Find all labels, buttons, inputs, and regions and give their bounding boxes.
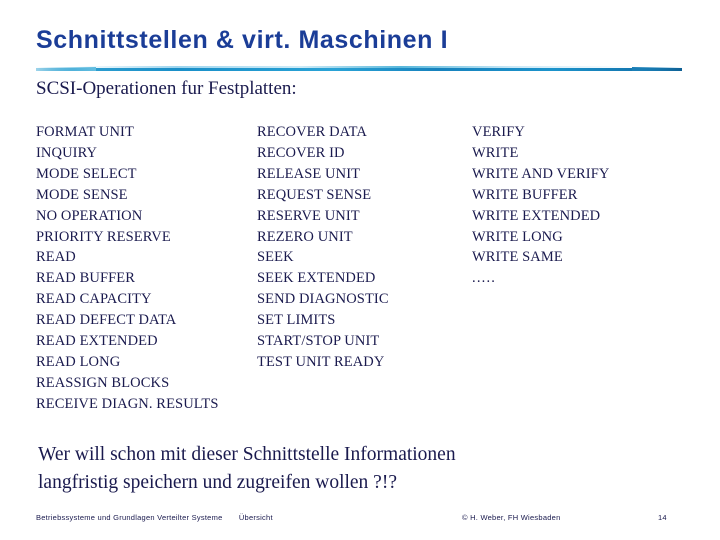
list-item: REQUEST SENSE bbox=[257, 186, 372, 203]
divider-right-tip bbox=[632, 67, 682, 71]
list-item: WRITE EXTENDED bbox=[472, 207, 601, 224]
list-item: START/STOP UNIT bbox=[257, 333, 380, 350]
footer-section-label: Übersicht bbox=[238, 513, 273, 522]
list-item: REZERO UNIT bbox=[257, 228, 353, 245]
list-item: RECEIVE DIAGN. RESULTS bbox=[36, 395, 219, 412]
title-divider-rule bbox=[36, 65, 682, 72]
list-item-ellipsis: ..... bbox=[472, 270, 497, 287]
list-item: RELEASE UNIT bbox=[257, 165, 361, 182]
divider-highlight bbox=[76, 66, 636, 68]
list-item: VERIFY bbox=[472, 124, 525, 140]
list-item: RESERVE UNIT bbox=[257, 207, 360, 224]
footer-copyright: © H. Weber, FH Wiesbaden bbox=[462, 513, 561, 522]
list-item: REASSIGN BLOCKS bbox=[36, 374, 170, 391]
closing-line-1: Wer will schon mit dieser Schnittstelle … bbox=[38, 444, 456, 465]
list-item: MODE SELECT bbox=[36, 165, 137, 182]
list-item: WRITE AND VERIFY bbox=[472, 165, 610, 182]
scsi-command-column-3: VERIFY WRITE WRITE AND VERIFY WRITE BUFF… bbox=[472, 122, 686, 289]
list-item: WRITE BUFFER bbox=[472, 186, 578, 203]
list-item: READ DEFECT DATA bbox=[36, 312, 177, 329]
scsi-command-column-2: RECOVER DATA RECOVER ID RELEASE UNIT REQ… bbox=[257, 122, 472, 373]
list-item: READ CAPACITY bbox=[36, 291, 152, 308]
list-item: WRITE SAME bbox=[472, 249, 563, 266]
list-item: SEEK bbox=[257, 249, 294, 266]
list-item: RECOVER DATA bbox=[257, 124, 367, 140]
list-item: WRITE LONG bbox=[472, 228, 563, 245]
scsi-command-list: FORMAT UNIT INQUIRY MODE SELECT MODE SEN… bbox=[36, 122, 686, 412]
list-item: TEST UNIT READY bbox=[257, 353, 385, 370]
slide-footer: Betriebssysteme und Grundlagen Verteilte… bbox=[0, 509, 720, 529]
footer-page-number: 14 bbox=[658, 513, 667, 522]
section-subtitle: SCSI-Operationen fur Festplatten: bbox=[36, 78, 297, 99]
list-item: INQUIRY bbox=[36, 144, 98, 161]
list-item: PRIORITY RESERVE bbox=[36, 228, 171, 245]
closing-question: Wer will schon mit dieser Schnittstelle … bbox=[38, 441, 678, 497]
divider-left-tip bbox=[36, 67, 96, 71]
list-item: READ EXTENDED bbox=[36, 333, 158, 350]
footer-course-name: Betriebssysteme und Grundlagen Verteilte… bbox=[36, 513, 223, 522]
list-item: SEND DIAGNOSTIC bbox=[257, 291, 389, 308]
page-title: Schnittstellen & virt. Maschinen I bbox=[36, 26, 449, 54]
scsi-command-column-1: FORMAT UNIT INQUIRY MODE SELECT MODE SEN… bbox=[36, 122, 261, 415]
list-item: FORMAT UNIT bbox=[36, 124, 134, 140]
list-item: MODE SENSE bbox=[36, 186, 128, 203]
list-item: RECOVER ID bbox=[257, 144, 345, 161]
divider-bar bbox=[36, 68, 682, 71]
closing-line-2: langfristig speichern und zugreifen woll… bbox=[38, 472, 397, 493]
list-item: WRITE bbox=[472, 144, 519, 161]
list-item: READ LONG bbox=[36, 353, 121, 370]
list-item: SET LIMITS bbox=[257, 312, 336, 329]
list-item: SEEK EXTENDED bbox=[257, 270, 376, 287]
list-item: NO OPERATION bbox=[36, 207, 143, 224]
list-item: READ bbox=[36, 249, 76, 266]
list-item: READ BUFFER bbox=[36, 270, 135, 287]
slide-canvas: Schnittstellen & virt. Maschinen I SCSI-… bbox=[0, 0, 720, 540]
footer-course-info: Betriebssysteme und Grundlagen Verteilte… bbox=[36, 513, 273, 522]
